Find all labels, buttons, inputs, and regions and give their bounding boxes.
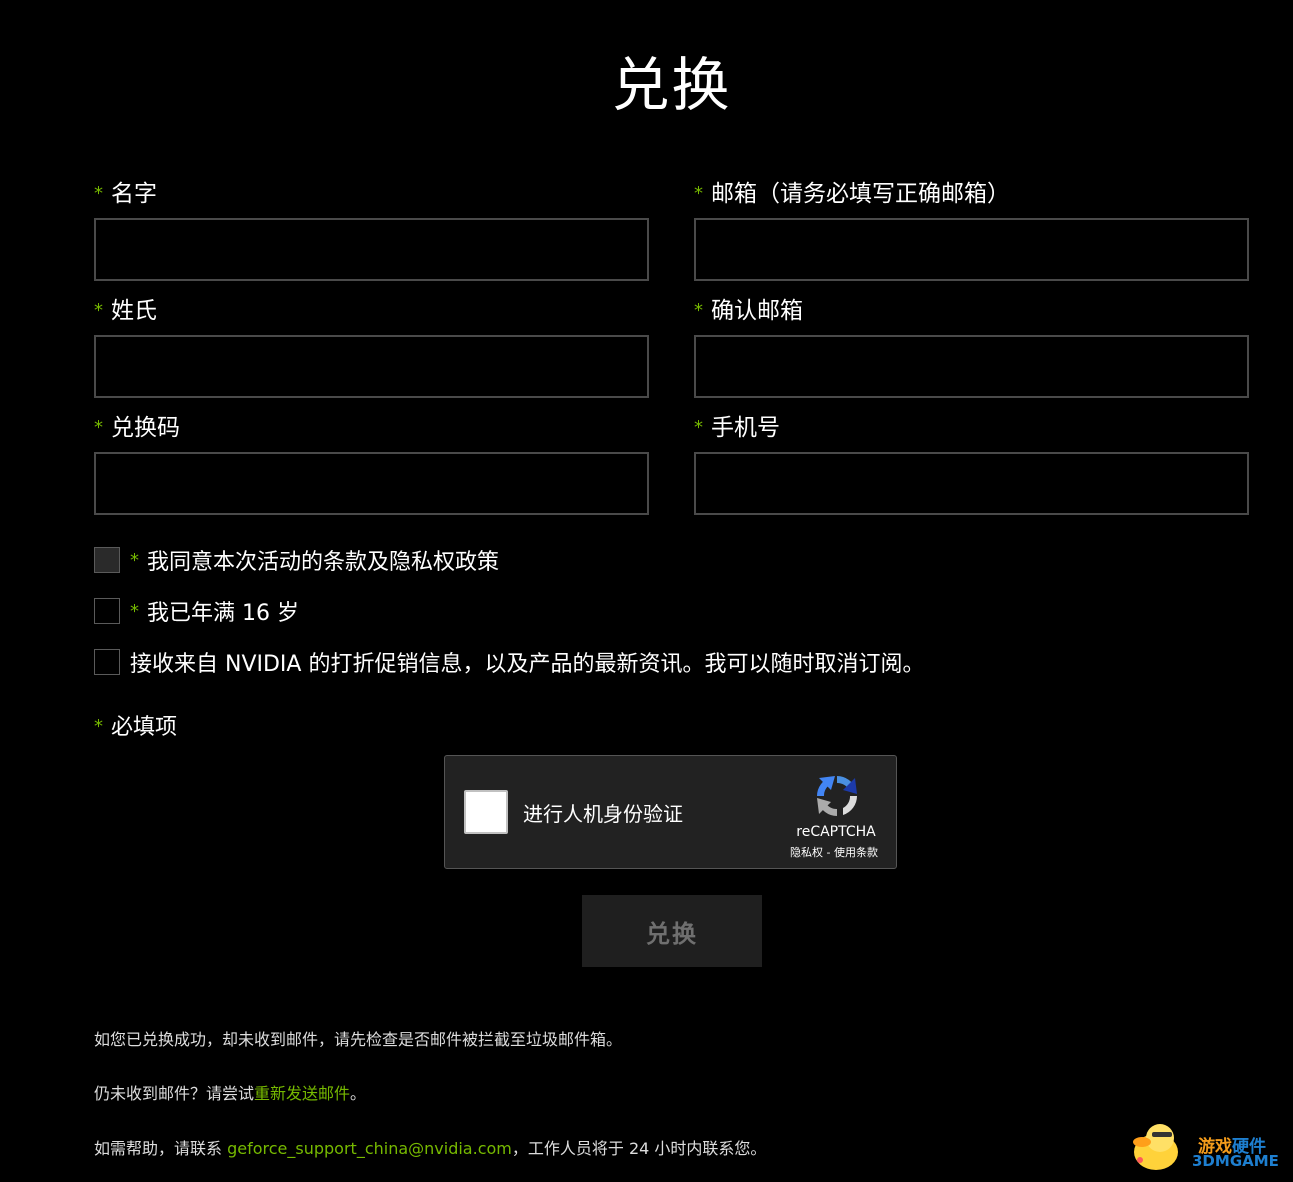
phone-input[interactable]	[694, 452, 1249, 515]
age-checkbox[interactable]	[94, 598, 120, 624]
recaptcha-widget: 进行人机身份验证 reCAPTCHA 隐私权 - 使用条款	[444, 755, 897, 869]
terms-checkbox-row: * 我同意本次活动的条款及隐私权政策	[94, 545, 499, 575]
recaptcha-checkbox[interactable]	[464, 790, 508, 834]
redeem-page: 兑换 * 名字 * 邮箱（请务必填写正确邮箱） * 姓氏 * 确认邮箱 * 兑换码 * 手机…	[0, 0, 1293, 1182]
email-label: 邮箱（请务必填写正确邮箱）	[711, 181, 1010, 207]
first-name-field: * 名字	[94, 179, 649, 281]
support-email-link[interactable]: geforce_support_china@nvidia.com	[227, 1139, 512, 1158]
duck-mascot-icon	[1133, 1124, 1178, 1170]
watermark: 游戏硬件 3DMGAME	[1126, 1118, 1286, 1174]
confirm-email-label: 确认邮箱	[711, 298, 803, 324]
first-name-input[interactable]	[94, 218, 649, 281]
redeem-button[interactable]: 兑换	[582, 895, 762, 967]
recaptcha-links: 隐私权 - 使用条款	[775, 844, 893, 860]
last-name-label: 姓氏	[111, 298, 157, 324]
recaptcha-separator: -	[826, 846, 831, 859]
required-note: * 必填项	[94, 715, 178, 740]
required-mark: *	[694, 183, 703, 204]
age-label: 我已年满 16 岁	[147, 601, 299, 626]
required-mark: *	[94, 300, 103, 321]
recaptcha-logo-icon	[817, 776, 857, 816]
marketing-label: 接收来自 NVIDIA 的打折促销信息，以及产品的最新资讯。我可以随时取消订阅。	[130, 652, 925, 677]
terms-checkbox[interactable]	[94, 547, 120, 573]
recaptcha-label: 进行人机身份验证	[523, 802, 683, 826]
age-checkbox-row: * 我已年满 16 岁	[94, 596, 299, 626]
phone-label: 手机号	[711, 415, 780, 441]
last-name-input[interactable]	[94, 335, 649, 398]
redeem-code-label: 兑换码	[111, 415, 180, 441]
redeem-code-input[interactable]	[94, 452, 649, 515]
confirm-email-field: * 确认邮箱	[694, 296, 1249, 398]
phone-field: * 手机号	[694, 413, 1249, 515]
required-mark: *	[94, 417, 103, 438]
recaptcha-terms-link[interactable]: 使用条款	[834, 846, 878, 859]
required-mark: *	[130, 600, 139, 622]
required-mark: *	[694, 417, 703, 438]
last-name-field: * 姓氏	[94, 296, 649, 398]
info-help: 如需帮助，请联系 geforce_support_china@nvidia.co…	[94, 1139, 767, 1158]
email-input[interactable]	[694, 218, 1249, 281]
info-spam-note: 如您已兑换成功，却未收到邮件，请先检查是否邮件被拦截至垃圾邮件箱。	[94, 1030, 623, 1049]
resend-email-link[interactable]: 重新发送邮件	[254, 1084, 350, 1103]
email-field: * 邮箱（请务必填写正确邮箱）	[694, 179, 1249, 281]
marketing-checkbox[interactable]	[94, 649, 120, 675]
terms-label: 我同意本次活动的条款及隐私权政策	[147, 550, 500, 575]
required-mark: *	[94, 183, 103, 204]
info-resend: 仍未收到邮件？请尝试重新发送邮件。	[94, 1084, 367, 1103]
redeem-code-field: * 兑换码	[94, 413, 649, 515]
watermark-text-bottom: 3DMGAME	[1192, 1152, 1279, 1170]
page-title: 兑换	[611, 51, 732, 119]
recaptcha-brand: reCAPTCHA	[796, 824, 876, 840]
recaptcha-privacy-link[interactable]: 隐私权	[790, 846, 823, 859]
marketing-checkbox-row: 接收来自 NVIDIA 的打折促销信息，以及产品的最新资讯。我可以随时取消订阅。	[94, 647, 924, 677]
required-mark: *	[94, 716, 103, 737]
first-name-label: 名字	[111, 181, 157, 207]
required-mark: *	[694, 300, 703, 321]
confirm-email-input[interactable]	[694, 335, 1249, 398]
required-mark: *	[130, 549, 139, 571]
